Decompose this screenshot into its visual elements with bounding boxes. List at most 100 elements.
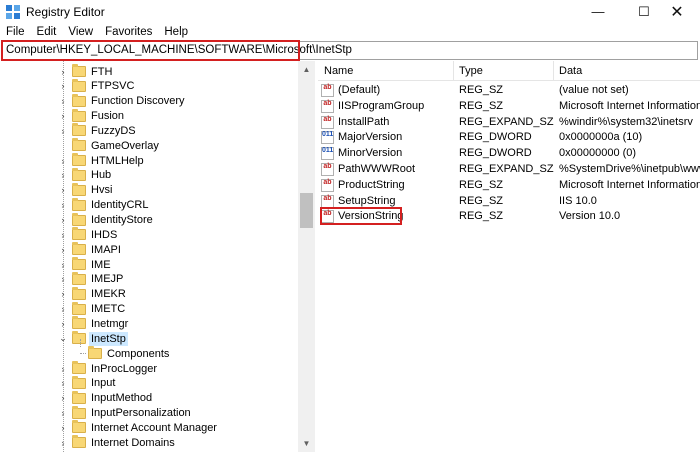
tree-item[interactable]: › IdentityStore (57, 212, 155, 228)
tree-item-label[interactable]: Hvsi (89, 183, 114, 197)
column-divider[interactable] (553, 61, 554, 81)
value-row[interactable]: ab IISProgramGroup REG_SZ Microsoft Interne… (318, 99, 700, 115)
tree-item-label[interactable]: Internet Account Manager (89, 421, 219, 435)
value-data: IIS 10.0 (559, 194, 597, 207)
value-data: Microsoft Internet Information S (559, 178, 700, 191)
column-divider[interactable] (453, 61, 454, 81)
folder-icon (72, 182, 86, 196)
tree-item[interactable]: › IMAPI (57, 242, 123, 257)
tree-item-label[interactable]: FTPSVC (89, 79, 136, 93)
tree-item[interactable]: GameOverlay (57, 138, 161, 153)
tree-item-label[interactable]: InetStp (89, 331, 128, 346)
value-data: Version 10.0 (559, 210, 621, 223)
tree-item-label[interactable]: InputPersonalization (89, 406, 193, 420)
folder-icon (72, 375, 86, 389)
minimize-button[interactable]: — (575, 0, 621, 23)
value-name: IISProgramGroup (338, 99, 425, 112)
folder-icon (72, 197, 86, 211)
tree-item[interactable]: › Hvsi (57, 182, 114, 198)
tree-item[interactable]: › IMEJP (57, 271, 125, 287)
tree-scrollbar[interactable]: ▲ ▼ (298, 61, 315, 452)
tree-item-label[interactable]: FTH (89, 65, 114, 79)
value-row[interactable]: ab InstallPath REG_EXPAND_SZ %windir%\syste… (318, 115, 700, 131)
value-data: %windir%\system32\inetsrv (559, 115, 693, 128)
string-value-icon: ab (321, 178, 334, 192)
tree-item-label[interactable]: Inetmgr (89, 317, 130, 331)
scroll-down-arrow-icon[interactable]: ▼ (298, 435, 315, 452)
column-header-data[interactable]: Data (559, 65, 582, 77)
tree-item-label[interactable]: GameOverlay (89, 139, 161, 153)
tree-item[interactable]: › IME (57, 257, 113, 272)
folder-icon (88, 346, 102, 360)
value-data: Microsoft Internet Information S (559, 99, 700, 112)
folder-icon (72, 108, 86, 122)
value-type: REG_SZ (459, 84, 504, 96)
tree-item-label[interactable]: HTMLHelp (89, 154, 146, 168)
tree-item[interactable]: › Internet Domains (57, 435, 177, 450)
tree-item[interactable]: › IMEKR (57, 286, 128, 302)
value-row[interactable]: 011 MajorVersion REG_DWORD 0x0000000a (10) (318, 130, 700, 146)
tree-item[interactable]: › Inetmgr (57, 316, 130, 331)
scroll-up-arrow-icon[interactable]: ▲ (298, 61, 315, 78)
tree-item[interactable]: › InputMethod (57, 390, 154, 406)
tree-item[interactable]: › Input (57, 375, 117, 391)
registry-editor-icon (6, 5, 20, 19)
value-name: ProductString (338, 178, 405, 191)
value-row[interactable]: 011 MinorVersion REG_DWORD 0x00000000 (0) (318, 146, 700, 162)
values-list-pane[interactable]: Name Type Data ab (Default) REG_SZ (value n… (318, 61, 700, 452)
tree-item-label[interactable]: IMAPI (89, 243, 123, 257)
key-tree-pane[interactable]: › FTH › FTPSVC › Function Discovery › Fusion › Fu… (0, 61, 315, 452)
window-title: Registry Editor (26, 5, 105, 19)
tree-item[interactable]: › Fusion (57, 108, 126, 124)
tree-item[interactable]: › IMETC (57, 301, 127, 317)
close-button[interactable]: ✕ (654, 0, 700, 23)
column-header-name[interactable]: Name (324, 65, 353, 77)
tree-item-label[interactable]: Components (105, 347, 171, 361)
tree-item-label[interactable]: IMETC (89, 302, 127, 316)
tree-item[interactable]: › Function Discovery (57, 93, 187, 109)
tree-item[interactable]: › FTPSVC (57, 78, 136, 94)
tree-item[interactable]: › InProcLogger (57, 361, 159, 376)
string-value-icon: ab (321, 84, 334, 97)
tree-item-label[interactable]: IMEKR (89, 287, 128, 301)
value-data: 0x0000000a (10) (559, 131, 643, 144)
value-row[interactable]: ab ProductString REG_SZ Microsoft Internet … (318, 178, 700, 194)
folder-icon (72, 227, 86, 241)
tree-item-label[interactable]: Hub (89, 168, 113, 182)
tree-item[interactable]: ⌄ InetStp (57, 331, 128, 346)
value-highlight-box (320, 207, 402, 225)
tree-item[interactable]: › FuzzyDS (57, 123, 138, 138)
tree-item[interactable]: › InputPersonalization (57, 405, 193, 421)
folder-icon (72, 138, 86, 152)
folder-icon (72, 316, 86, 330)
string-value-icon: ab (321, 163, 334, 176)
folder-icon (72, 167, 86, 181)
folder-icon (72, 435, 86, 449)
tree-item[interactable]: › HTMLHelp (57, 153, 146, 168)
tree-item-label[interactable]: IdentityStore (89, 213, 155, 227)
folder-icon (72, 123, 86, 137)
column-header-type[interactable]: Type (459, 65, 483, 77)
tree-guide-line (80, 338, 81, 347)
tree-item-label[interactable]: IME (89, 258, 113, 272)
value-row[interactable]: ab PathWWWRoot REG_EXPAND_SZ %SystemDrive%\… (318, 162, 700, 178)
tree-item-label[interactable]: Input (89, 376, 117, 390)
tree-item-label[interactable]: InputMethod (89, 391, 154, 405)
tree-item-label[interactable]: Internet Domains (89, 436, 177, 450)
tree-item[interactable]: › IHDS (57, 227, 119, 242)
tree-item[interactable]: › Internet Account Manager (57, 420, 219, 435)
tree-item[interactable]: Components (73, 346, 171, 361)
scroll-thumb[interactable] (300, 193, 313, 228)
tree-item[interactable]: › FTH (57, 64, 114, 79)
tree-guide-line (80, 353, 86, 355)
tree-item-label[interactable]: InProcLogger (89, 362, 159, 376)
tree-item-label[interactable]: Fusion (89, 109, 126, 123)
tree-item-label[interactable]: FuzzyDS (89, 124, 138, 138)
tree-item-label[interactable]: IdentityCRL (89, 198, 150, 212)
tree-item-label[interactable]: IMEJP (89, 272, 125, 286)
tree-item[interactable]: › Hub (57, 167, 113, 183)
tree-item[interactable]: › IdentityCRL (57, 197, 150, 213)
tree-item-label[interactable]: Function Discovery (89, 94, 187, 108)
value-row[interactable]: ab (Default) REG_SZ (value not set) (318, 83, 700, 99)
tree-item-label[interactable]: IHDS (89, 228, 119, 242)
